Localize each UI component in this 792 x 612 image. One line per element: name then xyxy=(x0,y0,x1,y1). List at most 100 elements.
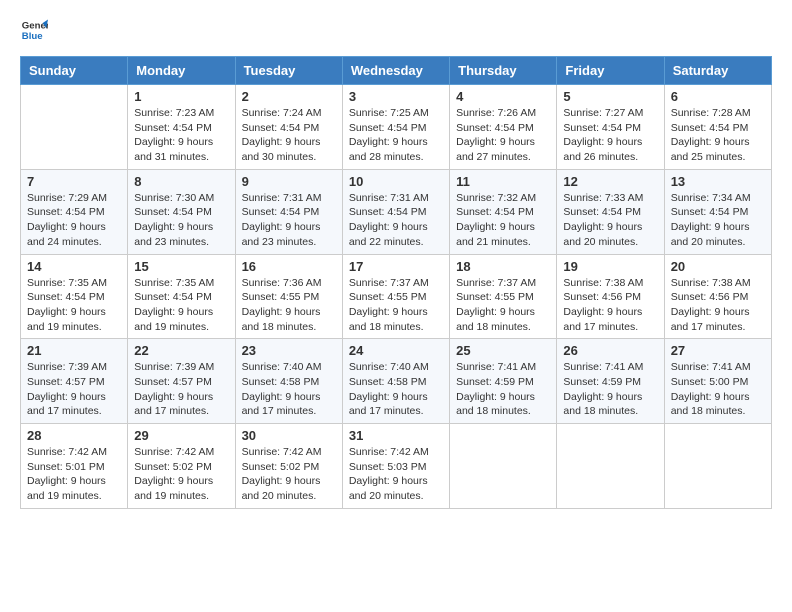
weekday-header: Tuesday xyxy=(235,57,342,85)
day-info: Sunrise: 7:36 AMSunset: 4:55 PMDaylight:… xyxy=(242,276,336,335)
day-number: 29 xyxy=(134,428,228,443)
day-number: 12 xyxy=(563,174,657,189)
header: General Blue xyxy=(20,16,772,44)
calendar-cell: 4 Sunrise: 7:26 AMSunset: 4:54 PMDaylight… xyxy=(450,85,557,170)
day-number: 1 xyxy=(134,89,228,104)
calendar-cell: 28 Sunrise: 7:42 AMSunset: 5:01 PMDayligh… xyxy=(21,424,128,509)
day-number: 30 xyxy=(242,428,336,443)
day-number: 9 xyxy=(242,174,336,189)
day-number: 25 xyxy=(456,343,550,358)
day-number: 15 xyxy=(134,259,228,274)
calendar-cell: 31Sunrise: 7:42 AMSunset: 5:03 PMDayligh… xyxy=(342,424,449,509)
calendar-cell: 12 Sunrise: 7:33 AMSunset: 4:54 PMDayligh… xyxy=(557,169,664,254)
day-number: 7 xyxy=(27,174,121,189)
calendar-cell: 18 Sunrise: 7:37 AMSunset: 4:55 PMDayligh… xyxy=(450,254,557,339)
day-number: 13 xyxy=(671,174,765,189)
calendar-cell: 10 Sunrise: 7:31 AMSunset: 4:54 PMDayligh… xyxy=(342,169,449,254)
day-number: 10 xyxy=(349,174,443,189)
calendar-cell: 21Sunrise: 7:39 AMSunset: 4:57 PMDayligh… xyxy=(21,339,128,424)
day-info: Sunrise: 7:24 AMSunset: 4:54 PMDaylight:… xyxy=(242,106,336,165)
calendar-week-row: 7 Sunrise: 7:29 AMSunset: 4:54 PMDaylight… xyxy=(21,169,772,254)
calendar-cell: 7 Sunrise: 7:29 AMSunset: 4:54 PMDaylight… xyxy=(21,169,128,254)
day-info: Sunrise: 7:32 AMSunset: 4:54 PMDaylight:… xyxy=(456,191,550,250)
logo: General Blue xyxy=(20,16,52,44)
calendar-cell: 6 Sunrise: 7:28 AMSunset: 4:54 PMDaylight… xyxy=(664,85,771,170)
calendar-cell xyxy=(557,424,664,509)
calendar-cell: 17Sunrise: 7:37 AMSunset: 4:55 PMDayligh… xyxy=(342,254,449,339)
day-number: 16 xyxy=(242,259,336,274)
calendar-cell: 30Sunrise: 7:42 AMSunset: 5:02 PMDayligh… xyxy=(235,424,342,509)
day-info: Sunrise: 7:41 AMSunset: 5:00 PMDaylight:… xyxy=(671,360,765,419)
calendar-week-row: 1Sunrise: 7:23 AMSunset: 4:54 PMDaylight… xyxy=(21,85,772,170)
calendar-cell: 1Sunrise: 7:23 AMSunset: 4:54 PMDaylight… xyxy=(128,85,235,170)
calendar-cell: 11 Sunrise: 7:32 AMSunset: 4:54 PMDayligh… xyxy=(450,169,557,254)
day-number: 5 xyxy=(563,89,657,104)
calendar-cell: 22 Sunrise: 7:39 AMSunset: 4:57 PMDayligh… xyxy=(128,339,235,424)
day-info: Sunrise: 7:34 AMSunset: 4:54 PMDaylight:… xyxy=(671,191,765,250)
weekday-header: Saturday xyxy=(664,57,771,85)
day-info: Sunrise: 7:29 AMSunset: 4:54 PMDaylight:… xyxy=(27,191,121,250)
day-number: 22 xyxy=(134,343,228,358)
calendar-cell xyxy=(21,85,128,170)
day-info: Sunrise: 7:28 AMSunset: 4:54 PMDaylight:… xyxy=(671,106,765,165)
weekday-header: Wednesday xyxy=(342,57,449,85)
day-info: Sunrise: 7:41 AMSunset: 4:59 PMDaylight:… xyxy=(456,360,550,419)
calendar-cell: 9 Sunrise: 7:31 AMSunset: 4:54 PMDaylight… xyxy=(235,169,342,254)
day-number: 26 xyxy=(563,343,657,358)
calendar-week-row: 28 Sunrise: 7:42 AMSunset: 5:01 PMDayligh… xyxy=(21,424,772,509)
day-number: 31 xyxy=(349,428,443,443)
weekday-header: Monday xyxy=(128,57,235,85)
weekday-header: Sunday xyxy=(21,57,128,85)
day-info: Sunrise: 7:37 AMSunset: 4:55 PMDaylight:… xyxy=(456,276,550,335)
day-info: Sunrise: 7:38 AMSunset: 4:56 PMDaylight:… xyxy=(563,276,657,335)
day-number: 4 xyxy=(456,89,550,104)
calendar-cell: 15Sunrise: 7:35 AMSunset: 4:54 PMDayligh… xyxy=(128,254,235,339)
calendar-body: 1Sunrise: 7:23 AMSunset: 4:54 PMDaylight… xyxy=(21,85,772,509)
calendar-cell: 23 Sunrise: 7:40 AMSunset: 4:58 PMDayligh… xyxy=(235,339,342,424)
calendar-cell: 8Sunrise: 7:30 AMSunset: 4:54 PMDaylight… xyxy=(128,169,235,254)
day-number: 28 xyxy=(27,428,121,443)
calendar-cell: 2 Sunrise: 7:24 AMSunset: 4:54 PMDaylight… xyxy=(235,85,342,170)
calendar-week-row: 14 Sunrise: 7:35 AMSunset: 4:54 PMDayligh… xyxy=(21,254,772,339)
day-number: 14 xyxy=(27,259,121,274)
day-info: Sunrise: 7:33 AMSunset: 4:54 PMDaylight:… xyxy=(563,191,657,250)
day-info: Sunrise: 7:38 AMSunset: 4:56 PMDaylight:… xyxy=(671,276,765,335)
svg-text:Blue: Blue xyxy=(22,31,43,42)
day-info: Sunrise: 7:39 AMSunset: 4:57 PMDaylight:… xyxy=(134,360,228,419)
calendar-cell: 19 Sunrise: 7:38 AMSunset: 4:56 PMDayligh… xyxy=(557,254,664,339)
day-info: Sunrise: 7:35 AMSunset: 4:54 PMDaylight:… xyxy=(27,276,121,335)
day-number: 23 xyxy=(242,343,336,358)
calendar-cell: 13 Sunrise: 7:34 AMSunset: 4:54 PMDayligh… xyxy=(664,169,771,254)
day-info: Sunrise: 7:40 AMSunset: 4:58 PMDaylight:… xyxy=(242,360,336,419)
day-number: 8 xyxy=(134,174,228,189)
calendar-cell: 24Sunrise: 7:40 AMSunset: 4:58 PMDayligh… xyxy=(342,339,449,424)
day-info: Sunrise: 7:39 AMSunset: 4:57 PMDaylight:… xyxy=(27,360,121,419)
calendar-cell: 16 Sunrise: 7:36 AMSunset: 4:55 PMDayligh… xyxy=(235,254,342,339)
day-number: 17 xyxy=(349,259,443,274)
day-number: 11 xyxy=(456,174,550,189)
day-number: 19 xyxy=(563,259,657,274)
calendar-cell xyxy=(664,424,771,509)
calendar-week-row: 21Sunrise: 7:39 AMSunset: 4:57 PMDayligh… xyxy=(21,339,772,424)
day-number: 6 xyxy=(671,89,765,104)
day-number: 3 xyxy=(349,89,443,104)
day-info: Sunrise: 7:42 AMSunset: 5:02 PMDaylight:… xyxy=(134,445,228,504)
day-info: Sunrise: 7:25 AMSunset: 4:54 PMDaylight:… xyxy=(349,106,443,165)
calendar-cell: 5 Sunrise: 7:27 AMSunset: 4:54 PMDaylight… xyxy=(557,85,664,170)
svg-text:General: General xyxy=(22,20,48,31)
day-number: 18 xyxy=(456,259,550,274)
day-info: Sunrise: 7:31 AMSunset: 4:54 PMDaylight:… xyxy=(349,191,443,250)
day-number: 2 xyxy=(242,89,336,104)
day-info: Sunrise: 7:40 AMSunset: 4:58 PMDaylight:… xyxy=(349,360,443,419)
day-info: Sunrise: 7:42 AMSunset: 5:01 PMDaylight:… xyxy=(27,445,121,504)
calendar-cell: 27 Sunrise: 7:41 AMSunset: 5:00 PMDayligh… xyxy=(664,339,771,424)
calendar-cell xyxy=(450,424,557,509)
calendar-cell: 26Sunrise: 7:41 AMSunset: 4:59 PMDayligh… xyxy=(557,339,664,424)
calendar-cell: 29 Sunrise: 7:42 AMSunset: 5:02 PMDayligh… xyxy=(128,424,235,509)
day-info: Sunrise: 7:26 AMSunset: 4:54 PMDaylight:… xyxy=(456,106,550,165)
day-info: Sunrise: 7:31 AMSunset: 4:54 PMDaylight:… xyxy=(242,191,336,250)
calendar-cell: 20 Sunrise: 7:38 AMSunset: 4:56 PMDayligh… xyxy=(664,254,771,339)
day-number: 27 xyxy=(671,343,765,358)
day-number: 20 xyxy=(671,259,765,274)
day-info: Sunrise: 7:27 AMSunset: 4:54 PMDaylight:… xyxy=(563,106,657,165)
